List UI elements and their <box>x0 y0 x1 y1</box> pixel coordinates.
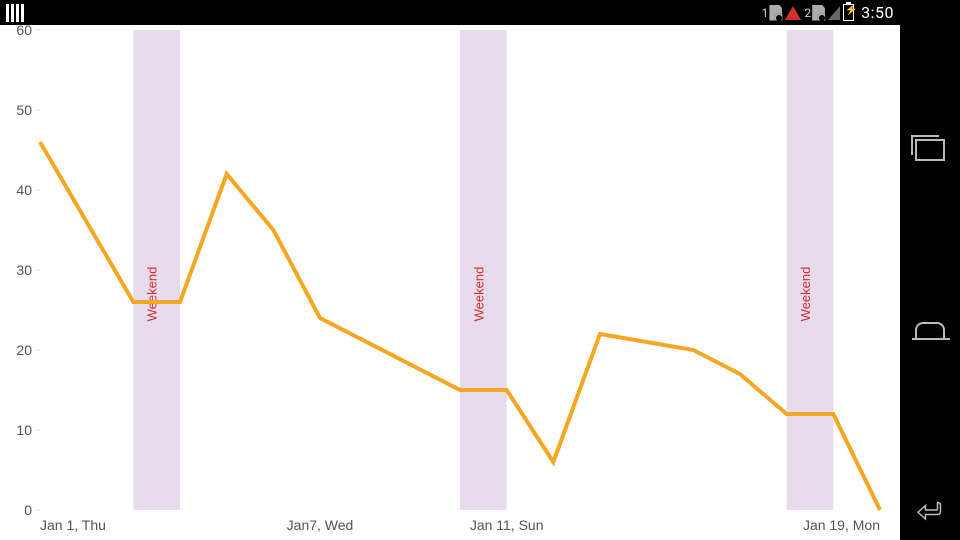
home-icon <box>915 322 945 338</box>
x-axis: Jan 1, Thu Jan7, Wed Jan 11, Sun Jan 19, Mo… <box>40 517 880 533</box>
weekend-label: Weekend <box>471 267 486 322</box>
clock: 3:50 <box>861 3 894 22</box>
warning-icon <box>785 6 801 20</box>
device-frame: 1 2 ⚡ 3:50 Weekend Weekend Weekend 0 10 20 30 4… <box>0 0 960 540</box>
y-axis: 0 10 20 30 40 50 60 <box>16 25 40 518</box>
weekend-label: Weekend <box>798 267 813 322</box>
android-navbar <box>900 0 960 540</box>
sim-card-icon <box>769 5 782 21</box>
home-button[interactable] <box>915 315 945 345</box>
sim1-indicator: 1 <box>762 5 783 21</box>
y-tick-label: 30 <box>16 262 32 278</box>
back-icon <box>915 495 945 525</box>
battery-icon: ⚡ <box>843 4 854 21</box>
line-chart: Weekend Weekend Weekend 0 10 20 30 40 50 60 Jan 1,… <box>0 25 900 540</box>
barcode-icon <box>6 4 24 22</box>
chart-area[interactable]: Weekend Weekend Weekend 0 10 20 30 40 50 60 Jan 1,… <box>0 25 900 540</box>
y-tick-label: 40 <box>16 182 32 198</box>
x-tick-label: Jan 1, Thu <box>40 517 106 533</box>
y-tick-label: 50 <box>16 102 32 118</box>
x-tick-label: Jan7, Wed <box>287 517 354 533</box>
sim2-indicator: 2 <box>804 5 825 21</box>
y-tick-label: 0 <box>24 502 32 518</box>
back-button[interactable] <box>915 495 945 525</box>
weekend-label: Weekend <box>145 267 160 322</box>
y-tick-label: 60 <box>16 25 32 38</box>
x-tick-label: Jan 11, Sun <box>470 517 544 533</box>
y-tick-label: 20 <box>16 342 32 358</box>
recent-apps-button[interactable] <box>915 135 945 165</box>
x-tick-label: Jan 19, Mon <box>803 517 880 533</box>
recent-icon <box>915 139 945 161</box>
sim1-number: 1 <box>762 6 769 20</box>
status-bar: 1 2 ⚡ 3:50 <box>0 0 900 25</box>
sim2-number: 2 <box>804 6 811 20</box>
sim-card-icon <box>812 5 825 21</box>
signal-icon <box>828 6 840 20</box>
y-tick-label: 10 <box>16 422 32 438</box>
